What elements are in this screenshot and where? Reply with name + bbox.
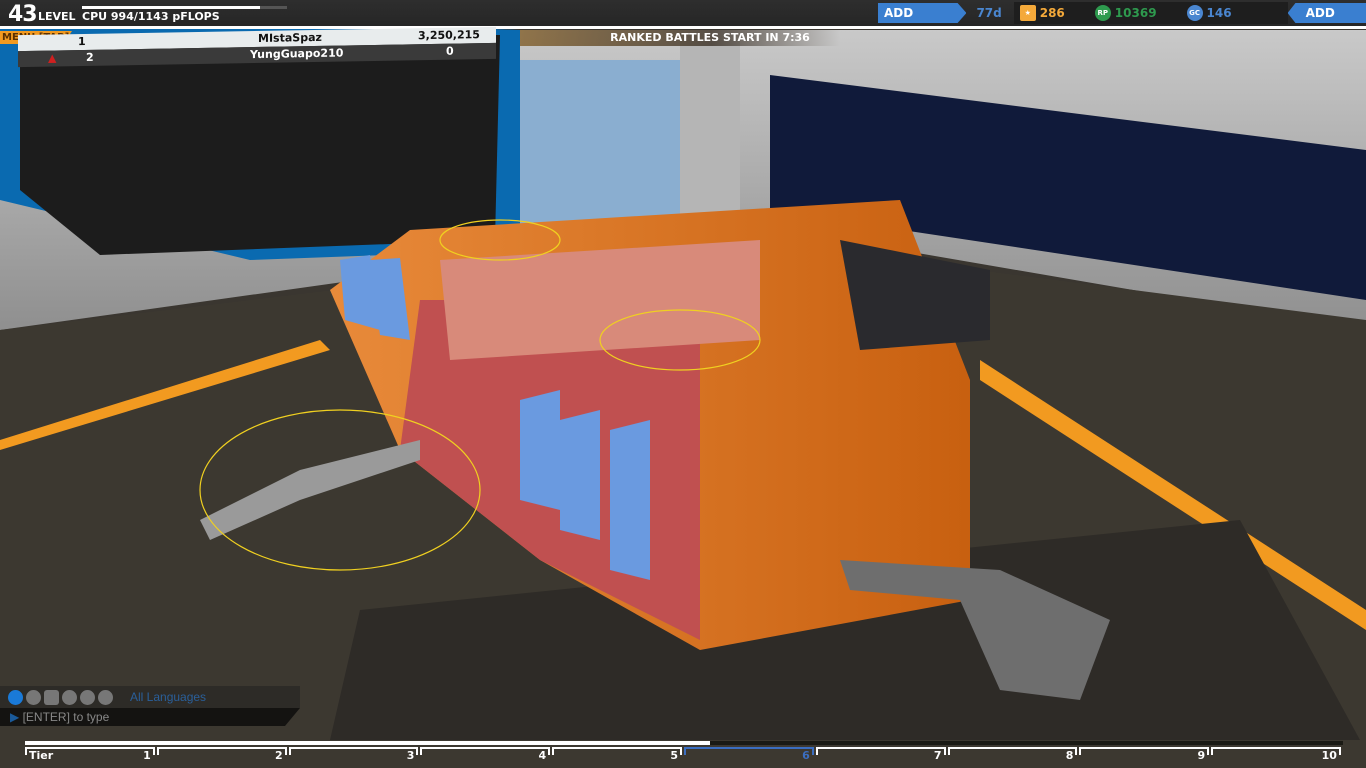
chat-panel: All Languages ▶ [ENTER] to type [0,686,300,728]
add-funds-button[interactable]: ADD FUNDS [1287,3,1366,23]
tier-4: 4 [420,747,551,762]
rank-star-icon: ★ [1019,5,1036,21]
tier-5: 5 [552,747,682,762]
chat-input[interactable]: ▶ [ENTER] to type [0,708,300,726]
galaxy-coins-icon: GC [1186,5,1203,21]
tier-8: 8 [947,747,1078,762]
premium-days: 77d [976,6,1002,20]
tier-9: 9 [1079,747,1210,762]
player-icon: ▲ [48,51,57,65]
robits-count: 10369 [1114,6,1157,20]
tier-number: 3 [406,749,415,762]
robits-icon: RP [1094,5,1111,21]
add-premium-button[interactable]: ADD PREMIUM [878,3,967,23]
rank: 2 [86,50,94,64]
tier-scale: Tier 1 2 3 4 5 6 7 8 9 10 [25,747,1343,765]
tier-6-current: 6 [683,747,814,762]
player-level: 43 [8,2,38,27]
tier-number: 5 [670,749,678,762]
level-label: LEVEL [38,10,76,23]
tier-3: 3 [288,747,419,762]
currency-bar: ADD PREMIUM 77d ★286 RP10369 GC146 ADD F… [878,2,1366,24]
globe-icon[interactable] [8,689,23,705]
chat-placeholder: [ENTER] to type [22,710,110,724]
rank: 1 [78,34,86,49]
tier-number: 2 [274,749,283,762]
team-1-icon[interactable] [62,689,77,705]
tier-number: 4 [538,749,547,762]
rank-stars: 286 [1039,6,1065,20]
top-divider [0,26,1366,29]
tier-1: Tier 1 [25,747,155,762]
galaxy-coins-count: 146 [1206,6,1232,20]
player-name: MIstaSpaz [258,30,322,45]
play-arrow-icon: ▶ [10,710,23,724]
tier-number: 1 [143,749,151,762]
score: 0 [446,44,454,58]
score: 3,250,215 [418,28,480,43]
tier-number: 10 [1321,749,1337,762]
chat-channel[interactable]: All Languages [130,690,206,704]
tier-number: 8 [1065,749,1074,762]
tier-7: 7 [815,747,946,762]
top-bar: 43 LEVEL CPU 994/1143 pFLOPS ADD PREMIUM… [0,0,1366,27]
person-icon[interactable] [26,689,41,705]
cpu-readout: CPU 994/1143 pFLOPS [82,10,220,23]
tier-number: 9 [1197,749,1206,762]
tier-label: Tier [29,749,54,762]
ranked-banner: RANKED BATTLES START IN 7:36 [520,30,840,46]
team-3-icon[interactable] [98,689,113,705]
tier-progress-bar [25,741,1343,745]
tier-2: 2 [156,747,287,762]
party-icon[interactable] [44,689,59,705]
team-2-icon[interactable] [80,689,95,705]
cpu-bar [82,6,287,9]
tier-number: 7 [933,749,942,762]
garage-scene [0,0,1366,768]
player-name: YungGuapo210 [250,46,344,62]
tier-10: 10 [1211,747,1341,762]
tier-number: 6 [802,749,810,762]
